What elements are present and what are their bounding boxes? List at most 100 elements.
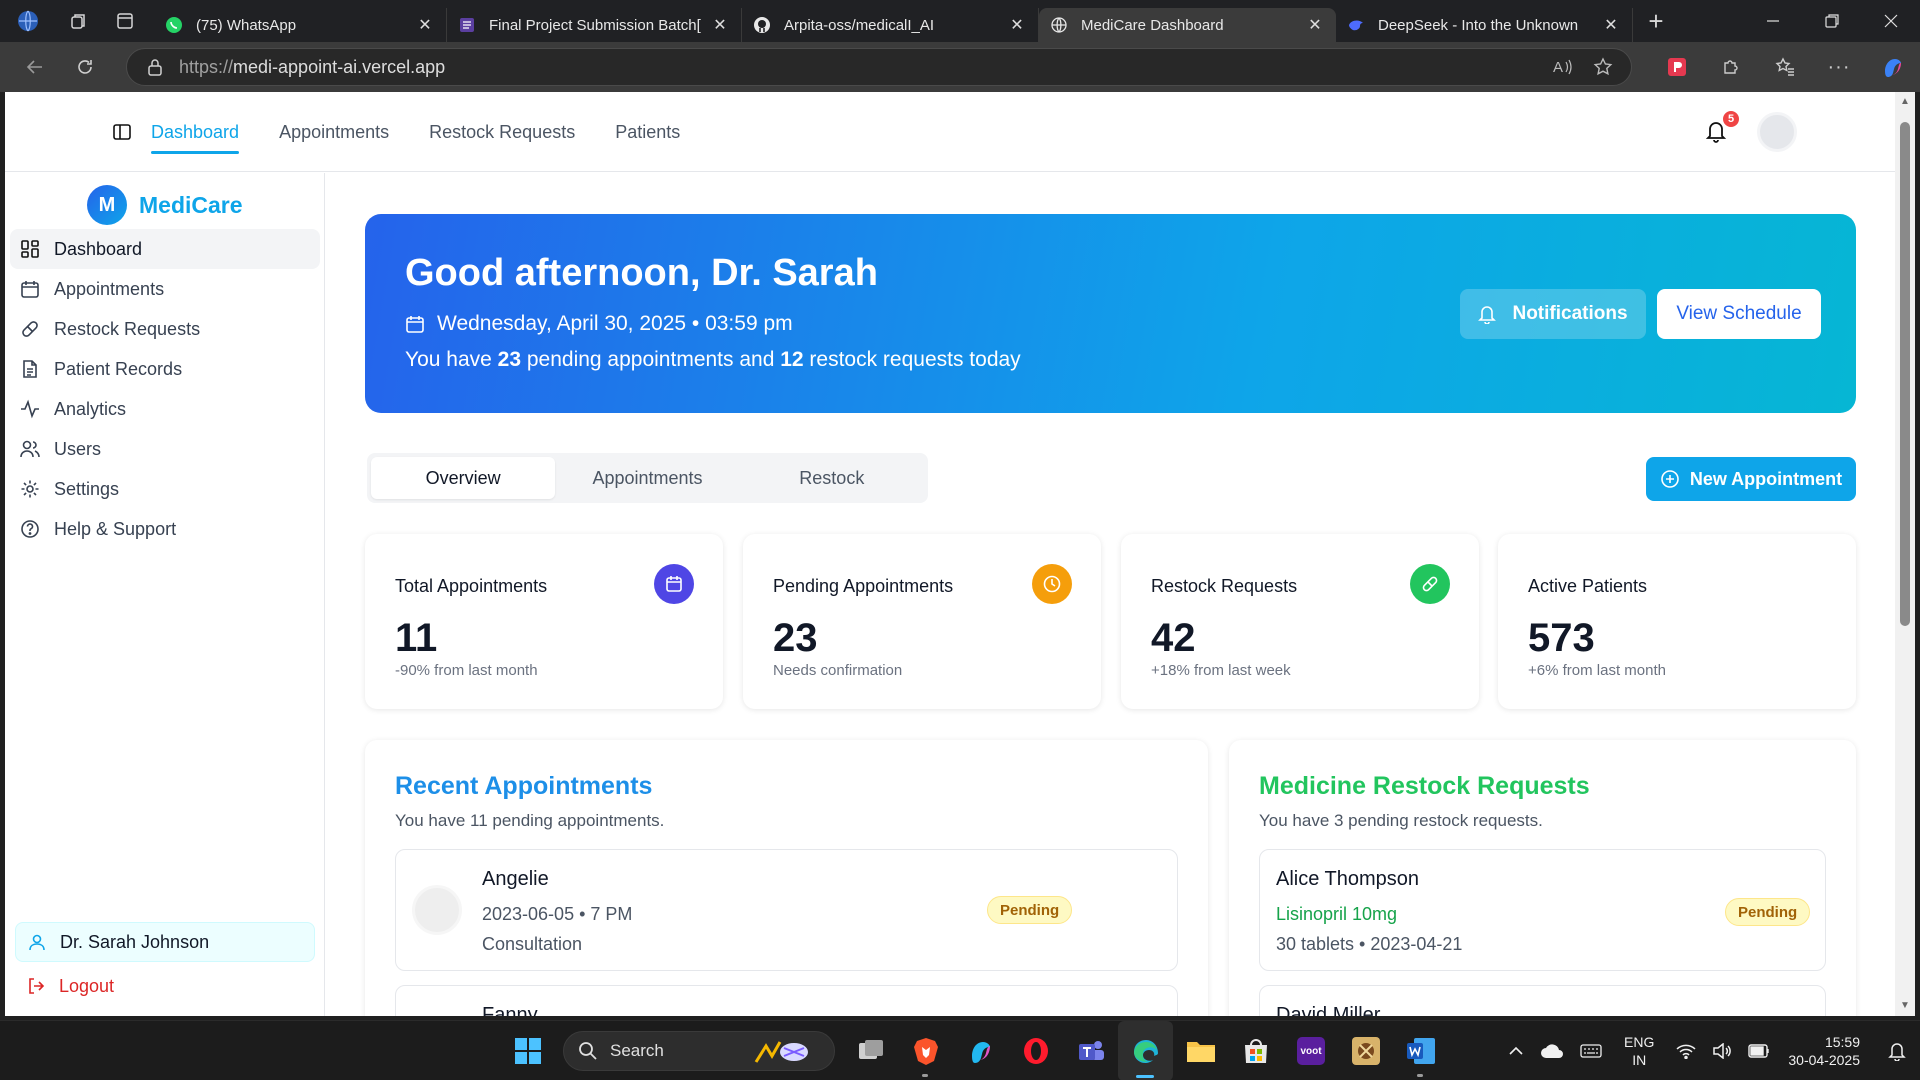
system-clock[interactable]: 15:59 30-04-2025	[1778, 1033, 1880, 1069]
nav-link-dashboard[interactable]: Dashboard	[151, 92, 240, 172]
teams-icon[interactable]	[1063, 1021, 1118, 1080]
close-icon[interactable]: ✕	[709, 14, 731, 36]
sidebar-item-restock-requests[interactable]: Restock Requests	[10, 309, 320, 349]
logout-icon	[29, 978, 45, 994]
search-icon	[579, 1042, 597, 1060]
word-icon[interactable]	[1393, 1021, 1448, 1080]
favorite-star-icon[interactable]	[1593, 57, 1613, 77]
page-scrollbar[interactable]: ▲ ▼	[1895, 92, 1915, 1016]
task-view-icon[interactable]	[843, 1021, 898, 1080]
notification-center-icon[interactable]	[1880, 1021, 1920, 1080]
chevron-up-icon[interactable]	[1500, 1021, 1532, 1080]
tab-whatsapp[interactable]: (75) WhatsApp ✕	[154, 8, 447, 42]
notifications-button[interactable]: Notifications	[1460, 289, 1646, 339]
volume-icon[interactable]	[1704, 1021, 1740, 1080]
logout-button[interactable]: Logout	[27, 966, 114, 1006]
sidebar-toggle-icon[interactable]	[112, 122, 132, 142]
taskbar-search[interactable]: Search	[563, 1031, 835, 1071]
extensions-puzzle-icon[interactable]	[1704, 42, 1758, 92]
new-appointment-button[interactable]: New Appointment	[1646, 457, 1856, 501]
restore-icon[interactable]	[1802, 0, 1861, 42]
brave-browser-icon[interactable]	[898, 1021, 953, 1080]
opera-icon[interactable]	[1008, 1021, 1063, 1080]
stat-label: Active Patients	[1528, 576, 1648, 596]
copilot-app-icon[interactable]	[953, 1021, 1008, 1080]
close-icon[interactable]: ✕	[1006, 14, 1028, 36]
close-icon[interactable]: ✕	[1600, 14, 1622, 36]
appointment-card[interactable]: Angelie 2023-06-05 • 7 PM Consultation P…	[395, 849, 1178, 971]
voot-icon[interactable]: voot	[1283, 1021, 1338, 1080]
file-explorer-icon[interactable]	[1173, 1021, 1228, 1080]
greeting-heading: Good afternoon, Dr. Sarah	[405, 252, 878, 294]
microsoft-store-icon[interactable]	[1228, 1021, 1283, 1080]
refresh-icon[interactable]	[60, 42, 110, 92]
game-app-icon[interactable]	[1338, 1021, 1393, 1080]
keyboard-icon[interactable]	[1572, 1021, 1610, 1080]
sidebar-item-settings[interactable]: Settings	[10, 469, 320, 509]
tab-restock[interactable]: Restock	[740, 457, 924, 499]
restock-card[interactable]: Alice Thompson Lisinopril 10mg 30 tablet…	[1259, 849, 1826, 971]
medicine-name: Lisinopril 10mg	[1276, 904, 1398, 924]
wifi-icon[interactable]	[1668, 1021, 1704, 1080]
battery-icon[interactable]	[1740, 1021, 1778, 1080]
read-aloud-icon[interactable]: A	[1553, 57, 1575, 77]
sidebar-item-patient-records[interactable]: Patient Records	[10, 349, 320, 389]
sidebar-item-analytics[interactable]: Analytics	[10, 389, 320, 429]
minimize-icon[interactable]	[1743, 0, 1802, 42]
nav-link-restock-requests[interactable]: Restock Requests	[429, 92, 575, 172]
appointment-card[interactable]: Fanny	[395, 985, 1178, 1016]
tab-deepseek[interactable]: DeepSeek - Into the Unknown ✕	[1336, 8, 1633, 42]
patient-name: Fanny	[482, 1004, 538, 1016]
scroll-up-icon[interactable]: ▲	[1899, 96, 1911, 108]
sidebar-item-users[interactable]: Users	[10, 429, 320, 469]
scrollbar-thumb[interactable]	[1900, 122, 1910, 626]
nav-link-patients[interactable]: Patients	[615, 92, 680, 172]
extension-red-icon[interactable]	[1650, 42, 1704, 92]
nav-link-appointments[interactable]: Appointments	[279, 92, 389, 172]
start-windows-icon[interactable]	[500, 1021, 555, 1080]
tab-title: (75) WhatsApp	[196, 16, 297, 34]
clock-icon	[1032, 564, 1072, 604]
users-icon	[20, 440, 40, 458]
back-icon[interactable]	[10, 42, 60, 92]
user-icon	[29, 934, 45, 951]
deepseek-icon	[1346, 15, 1366, 35]
scroll-down-icon[interactable]: ▼	[1899, 1000, 1911, 1012]
restock-card[interactable]: David Miller	[1259, 985, 1826, 1016]
user-name: Dr. Sarah Johnson	[60, 931, 210, 952]
more-options-icon[interactable]: ···	[1812, 42, 1866, 92]
tab-actions-icon[interactable]	[102, 0, 148, 42]
close-window-icon[interactable]	[1861, 0, 1920, 42]
onedrive-cloud-icon[interactable]	[1532, 1021, 1572, 1080]
address-bar[interactable]: https:// medi-appoint-ai.vercel.app A	[126, 48, 1632, 86]
notification-bell-icon[interactable]: 5	[1705, 109, 1741, 143]
workspaces-icon[interactable]	[56, 0, 102, 42]
url-scheme: https://	[179, 56, 234, 77]
sidebar-item-dashboard[interactable]: Dashboard	[10, 229, 320, 269]
new-tab-icon[interactable]: +	[1633, 0, 1679, 42]
tab-final-project[interactable]: Final Project Submission Batch[20 ✕	[447, 8, 742, 42]
sidebar-item-help-support[interactable]: Help & Support	[10, 509, 320, 549]
tab-appointments[interactable]: Appointments	[555, 457, 739, 499]
current-user[interactable]: Dr. Sarah Johnson	[15, 922, 315, 962]
brand[interactable]: M MediCare	[87, 185, 243, 225]
stat-label: Restock Requests	[1151, 576, 1298, 596]
tab-medicare-dashboard[interactable]: MediCare Dashboard ✕	[1039, 8, 1336, 42]
sidebar-item-appointments[interactable]: Appointments	[10, 269, 320, 309]
lock-icon[interactable]	[147, 58, 163, 76]
browser-profile-icon[interactable]	[0, 0, 56, 42]
copilot-icon[interactable]	[1866, 42, 1920, 92]
close-icon[interactable]: ✕	[1304, 14, 1326, 36]
avatar[interactable]	[1757, 112, 1797, 152]
notifications-button-label: Notifications	[1512, 303, 1628, 324]
tab-overview[interactable]: Overview	[371, 457, 556, 499]
stat-value: 11	[395, 616, 438, 660]
edge-browser-icon[interactable]	[1118, 1021, 1173, 1080]
view-schedule-button[interactable]: View Schedule	[1657, 289, 1821, 339]
close-icon[interactable]: ✕	[414, 14, 436, 36]
favorites-icon[interactable]	[1758, 42, 1812, 92]
input-language[interactable]: ENG IN	[1610, 1033, 1668, 1069]
tab-github[interactable]: Arpita-oss/medicalI_AI ✕	[742, 8, 1039, 42]
taskbar-apps: Search voot	[500, 1021, 1448, 1080]
sidebar-item-label: Appointments	[54, 278, 165, 299]
